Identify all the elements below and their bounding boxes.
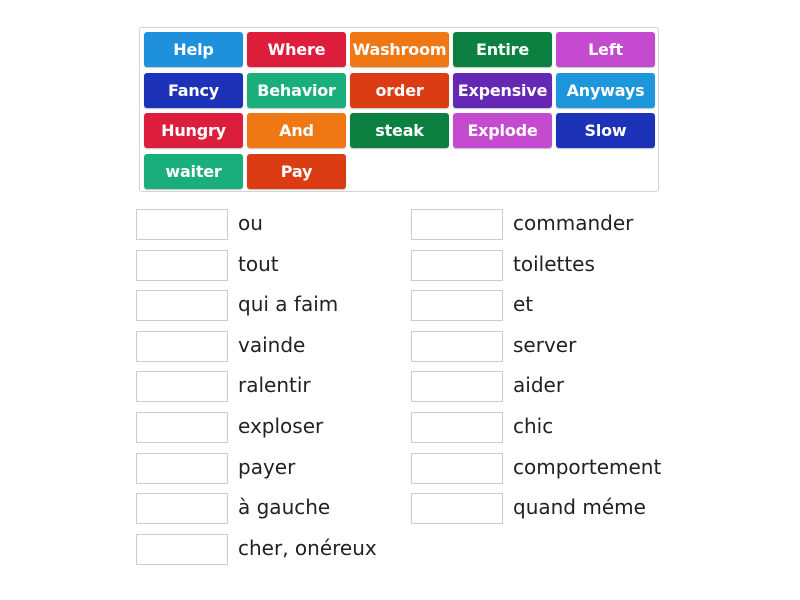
slot-label: commander [513, 211, 634, 235]
slot-label: exploser [238, 414, 324, 438]
drop-slot[interactable] [136, 452, 228, 484]
drop-slot[interactable] [411, 209, 503, 240]
drop-slot[interactable] [136, 330, 228, 362]
word-tile[interactable]: steak [350, 113, 449, 148]
word-tile[interactable]: Left [556, 32, 655, 67]
slot-label: ou [238, 211, 263, 235]
drop-slot[interactable] [136, 249, 228, 281]
drop-slot[interactable] [411, 330, 503, 362]
drop-slot[interactable] [136, 533, 228, 565]
drop-slot[interactable] [411, 290, 503, 322]
word-tile[interactable]: Slow [556, 113, 655, 148]
slot-label: tout [238, 251, 279, 276]
drop-slot[interactable] [136, 493, 228, 525]
word-tile[interactable]: Behavior [247, 72, 346, 108]
slot-label: payer [238, 454, 296, 479]
slot-label: chic [513, 414, 554, 438]
word-tile[interactable]: Hungry [144, 113, 243, 148]
word-tile[interactable]: And [247, 113, 346, 148]
slot-label: vainde [238, 332, 306, 357]
slot-label: qui a faim [238, 292, 339, 317]
drop-slot[interactable] [136, 290, 228, 322]
slot-label: ralentir [238, 373, 311, 398]
word-tile[interactable]: Explode [453, 113, 552, 148]
slot-label: à gauche [238, 495, 331, 520]
drop-slot[interactable] [411, 493, 503, 525]
drop-slot[interactable] [411, 371, 503, 403]
word-tile[interactable]: Anyways [556, 72, 655, 108]
slot-label: et [513, 292, 534, 317]
slot-label: comportement [513, 454, 662, 479]
word-tile[interactable]: Entire [453, 32, 552, 67]
word-tile[interactable]: Where [247, 32, 346, 67]
drop-slot[interactable] [136, 412, 228, 443]
drop-slot[interactable] [411, 249, 503, 281]
slot-label: cher, onéreux [238, 535, 377, 560]
slot-label: toilettes [513, 251, 595, 276]
drop-slot[interactable] [136, 209, 228, 240]
word-tile-bank: Help Where Washroom Entire Left Fancy Behavior… [139, 27, 659, 192]
slot-label: aider [513, 373, 565, 398]
slot-label: server [513, 332, 577, 357]
drop-slot[interactable] [411, 452, 503, 484]
word-tile[interactable]: Washroom [350, 32, 449, 67]
drop-slot[interactable] [411, 412, 503, 443]
slot-label: quand méme [513, 495, 646, 520]
word-tile[interactable]: Expensive [453, 72, 552, 108]
word-tile[interactable]: Help [144, 32, 243, 67]
word-tile[interactable]: order [350, 72, 449, 108]
word-tile[interactable]: Pay [247, 153, 346, 189]
word-tile[interactable]: Fancy [144, 72, 243, 108]
drop-slot[interactable] [136, 371, 228, 403]
word-tile[interactable]: waiter [144, 153, 243, 189]
